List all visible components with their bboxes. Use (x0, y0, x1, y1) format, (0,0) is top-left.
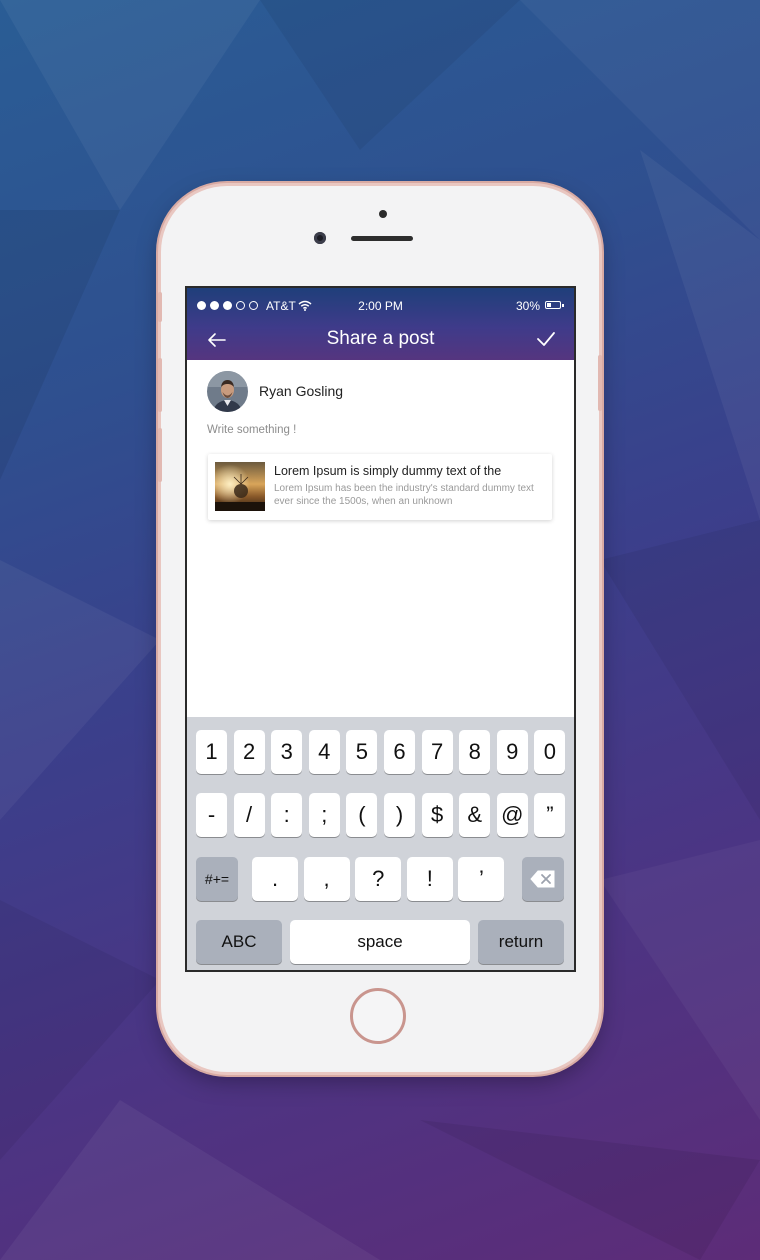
app-header: AT&T 2:00 PM 30% Share a post (187, 288, 574, 360)
key-digit-2[interactable]: 3 (271, 730, 303, 774)
key-symbol-5[interactable]: ) (384, 793, 415, 837)
key-symbol-7[interactable]: & (459, 793, 491, 837)
shared-link-card[interactable]: Lorem Ipsum is simply dummy text of the … (208, 454, 552, 520)
link-thumbnail (215, 462, 265, 511)
status-bar: AT&T 2:00 PM 30% (187, 288, 574, 322)
key-digit-3[interactable]: 4 (308, 730, 340, 774)
author-name: Ryan Gosling (259, 383, 344, 399)
post-author: Ryan Gosling (207, 370, 343, 412)
backspace-icon (530, 870, 555, 888)
post-text-input[interactable]: Write something ! (207, 424, 296, 436)
power-button (598, 355, 602, 411)
key-digit-7[interactable]: 8 (459, 730, 491, 774)
key-symbol-6[interactable]: $ (421, 793, 453, 837)
earpiece-speaker (351, 236, 413, 241)
volume-up-button (158, 358, 162, 412)
front-sensor (379, 210, 387, 218)
key-digit-6[interactable]: 7 (421, 730, 453, 774)
key-digit-1[interactable]: 2 (233, 730, 265, 774)
battery-percentage: 30% (516, 299, 541, 313)
volume-down-button (158, 428, 162, 482)
key-digit-8[interactable]: 9 (496, 730, 528, 774)
avatar (207, 370, 248, 412)
key-digit-4[interactable]: 5 (346, 730, 378, 774)
numeric-keyboard: 1234567890 - /:;() $ & @” #+= .,?!’ ABC spac… (187, 717, 574, 970)
checkmark-icon[interactable] (535, 328, 557, 350)
key-symbol-1[interactable]: / (233, 793, 265, 837)
key-symbol-4[interactable]: ( (346, 793, 378, 837)
key-symbol-3[interactable]: ; (308, 793, 340, 837)
key-abc[interactable]: ABC (196, 920, 282, 964)
link-title: Lorem Ipsum is simply dummy text of the (274, 464, 502, 478)
key-punct-2[interactable]: ? (355, 857, 402, 901)
key-symbols-toggle[interactable]: #+= (196, 857, 238, 901)
key-punct-4[interactable]: ’ (458, 857, 505, 901)
key-punct-0[interactable]: . (252, 857, 298, 901)
page-title: Share a post (326, 328, 435, 349)
key-symbol-0[interactable]: - (196, 793, 227, 837)
phone-screen: AT&T 2:00 PM 30% Share a post Ryan Gosli… (185, 286, 576, 972)
key-return[interactable]: return (478, 920, 564, 964)
home-button[interactable] (350, 988, 406, 1044)
key-space[interactable]: space (290, 920, 470, 964)
key-symbol-9[interactable]: ” (534, 793, 566, 837)
key-backspace[interactable] (522, 857, 564, 901)
key-punct-3[interactable]: ! (406, 857, 453, 901)
key-digit-9[interactable]: 0 (534, 730, 566, 774)
mute-switch (158, 292, 162, 322)
key-digit-5[interactable]: 6 (384, 730, 415, 774)
battery-icon (545, 301, 564, 309)
key-symbol-2[interactable]: : (271, 793, 303, 837)
front-camera (314, 232, 326, 244)
key-symbol-8[interactable]: @ (496, 793, 528, 837)
key-digit-0[interactable]: 1 (196, 730, 227, 774)
link-description: Lorem Ipsum has been the industry's stan… (274, 483, 534, 507)
key-punct-1[interactable]: , (303, 857, 350, 901)
